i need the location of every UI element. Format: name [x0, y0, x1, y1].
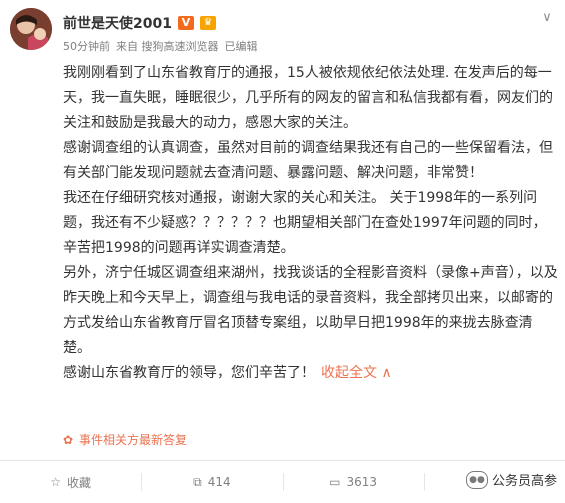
comment-icon: ▭	[329, 475, 341, 489]
watermark: ●● 公务员高参	[465, 470, 557, 489]
comment-button[interactable]: ▭ 3613	[282, 461, 424, 503]
post-content: 我刚刚看到了山东省教育厅的通报，15人被依规依纪依法处理. 在发声后的每一天，我…	[63, 61, 558, 386]
author-header: 前世是天使2001 V ♛	[63, 13, 216, 33]
post-source: 来自 搜狗高速浏览器	[116, 40, 219, 53]
post-meta: 50分钟前 来自 搜狗高速浏览器 已编辑	[63, 38, 258, 54]
wechat-icon: ●●	[465, 470, 488, 489]
vip-badge-icon: V	[177, 16, 194, 30]
star-icon: ☆	[50, 475, 61, 489]
collapse-link[interactable]: 收起全文 ∧	[321, 365, 392, 381]
post-time[interactable]: 50分钟前	[63, 38, 110, 54]
post-paragraph-1: 我刚刚看到了山东省教育厅的通报，15人被依规依纪依法处理. 在发声后的每一天，我…	[63, 65, 553, 131]
edited-label[interactable]: 已编辑	[225, 38, 258, 54]
username[interactable]: 前世是天使2001	[63, 13, 172, 33]
post-paragraph-5: 感谢山东省教育厅的领导，您们辛苦了！ 收起全文 ∧	[63, 361, 558, 386]
chevron-down-icon[interactable]: ∨	[539, 10, 555, 26]
crown-badge-icon: ♛	[199, 16, 216, 30]
post-paragraph-5-text: 感谢山东省教育厅的领导，您们辛苦了！	[63, 365, 315, 381]
hot-topic-link[interactable]: ✿ 事件相关方最新答复	[63, 431, 187, 448]
favorite-button[interactable]: ☆ 收藏	[0, 461, 141, 503]
repost-count: 414	[207, 475, 231, 489]
post-paragraph-2: 感谢调查组的认真调查，虽然对目前的调查结果我还有自己的一些保留看法，但有关部门能…	[63, 140, 553, 181]
favorite-label: 收藏	[67, 475, 92, 490]
avatar[interactable]	[10, 8, 52, 50]
flower-icon: ✿	[63, 432, 74, 447]
watermark-text: 公务员高参	[491, 474, 557, 489]
repost-button[interactable]: ⧉ 414	[141, 461, 282, 503]
post-paragraph-3: 我还在仔细研究核对通报，谢谢大家的关心和关注。 关于1998年的一系列问题，我还…	[63, 190, 547, 256]
post-paragraph-4: 另外，济宁任城区调查组来湖州，找我谈话的全程影音资料（录像+声音），以及昨天晚上…	[63, 265, 558, 356]
hot-topic-label: 事件相关方最新答复	[79, 433, 188, 447]
comment-count: 3613	[346, 475, 378, 489]
repost-icon: ⧉	[193, 474, 202, 489]
